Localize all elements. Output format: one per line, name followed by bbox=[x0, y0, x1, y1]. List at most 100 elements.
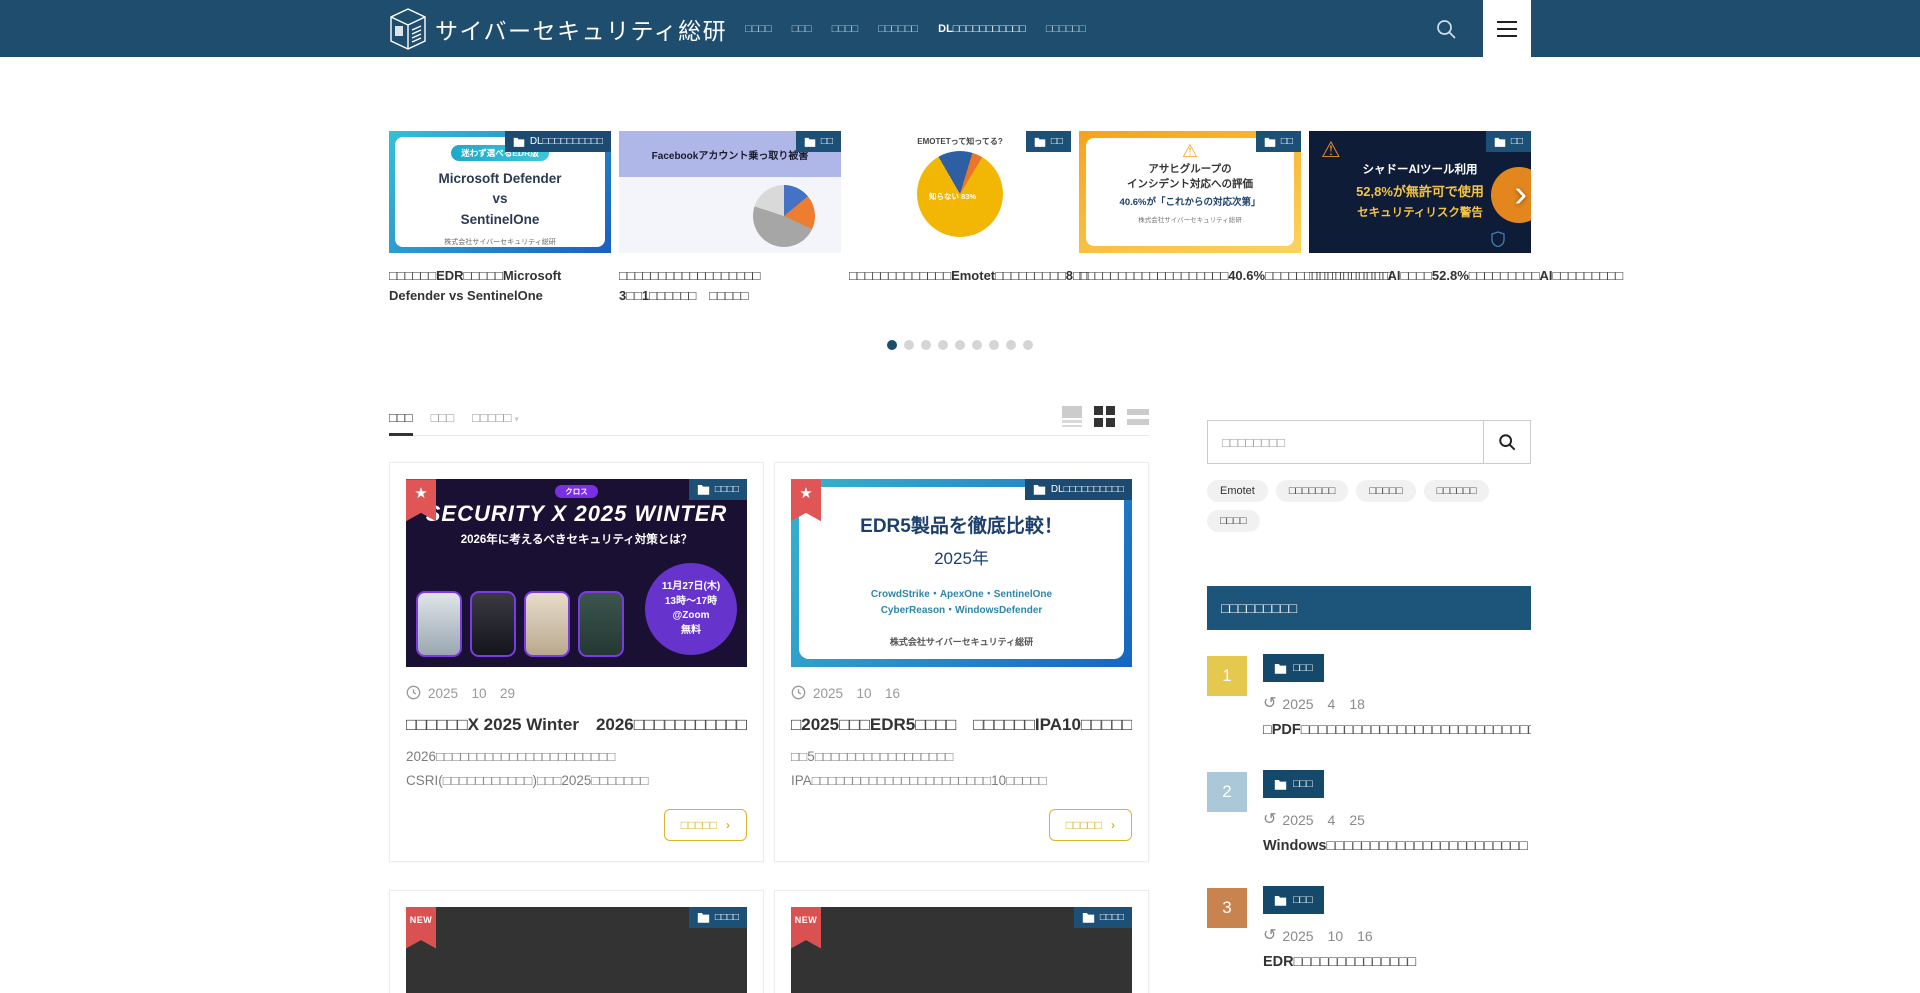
folder-icon bbox=[1274, 895, 1287, 906]
slide-image[interactable]: EMOTETって知ってる? 知らない 83% □□ bbox=[849, 131, 1071, 253]
article-title[interactable]: □2025□□□EDR5□□□□ □□□□□□IPA10□□□□□□□ bbox=[791, 710, 1132, 735]
pagination-dot[interactable] bbox=[921, 340, 931, 350]
nav-item-contact[interactable]: □□□□□□ bbox=[1046, 23, 1086, 35]
nav-item-2[interactable]: □□□ bbox=[792, 23, 812, 35]
slide-image[interactable]: Facebookアカウント乗っ取り被害 □□ bbox=[619, 131, 841, 253]
carousel-slide[interactable]: Facebookアカウント乗っ取り被害 □□ □□□□□□□□□□□□□□□□□… bbox=[619, 131, 841, 306]
category-badge[interactable]: DL□□□□□□□□□□ bbox=[1025, 479, 1132, 500]
article-title[interactable]: □□□□□□X 2025 Winter 2026□□□□□□□□□□□□□□□□… bbox=[406, 710, 747, 735]
article-image[interactable]: NEW □□□□ bbox=[406, 907, 747, 993]
view-toggle-list[interactable] bbox=[1127, 409, 1149, 425]
category-badge[interactable]: □□□ bbox=[1263, 886, 1324, 914]
category-badge[interactable]: □□ bbox=[1486, 131, 1531, 152]
ranking-item-title[interactable]: Windows□□□□□□□□□□□□□□□□□□□□□□□ bbox=[1263, 838, 1531, 854]
nav-item-dl-content[interactable]: DL□□□□□□□□□□□ bbox=[938, 23, 1026, 35]
header-search-icon[interactable] bbox=[1435, 18, 1457, 40]
slide-caption[interactable]: □□□□□□EDR□□□□□Microsoft Defender vs Sent… bbox=[389, 266, 611, 306]
slide-caption[interactable]: □□□□□□□□□□□□□□□□□□ 3□□1□□□□□□ □□□□□ bbox=[619, 266, 841, 306]
tag-pill[interactable]: □□□□□□□ bbox=[1276, 480, 1349, 502]
slide-caption[interactable]: □□□□□□□□□□□□□Emotet□□□□□□□□□8□□ bbox=[849, 266, 1071, 286]
ranking-item-date: ↺ 2025 4 25 bbox=[1263, 810, 1531, 830]
slide-caption[interactable]: □□□□□□□□□□AI□□□□52.8%□□□□□□□□□AI□□□□□□□□… bbox=[1309, 266, 1531, 286]
article-image[interactable]: EDR5製品を徹底比較！ 2025年 CrowdStrike・ApexOne・S… bbox=[791, 479, 1132, 667]
category-badge[interactable]: □□□□ bbox=[1074, 907, 1132, 928]
tag-pill[interactable]: □□□□□ bbox=[1356, 480, 1415, 502]
star-icon: ★ bbox=[406, 479, 436, 509]
article-card: クロス SECURITY X 2025 WINTER 2026年に考えるべきセキ… bbox=[389, 462, 764, 861]
tag-pill[interactable]: □□□□□□ bbox=[1424, 480, 1490, 502]
pie-chart-graphic: 知らない 83% bbox=[917, 151, 1003, 237]
speaker-photo bbox=[578, 591, 624, 657]
read-more-button[interactable]: □□□□□› bbox=[664, 809, 747, 841]
menu-button[interactable] bbox=[1483, 0, 1531, 57]
pagination-dot[interactable] bbox=[972, 340, 982, 350]
category-badge[interactable]: □□□□ bbox=[689, 479, 747, 500]
ranking-item-date: ↺ 2025 4 18 bbox=[1263, 694, 1531, 714]
folder-icon bbox=[804, 137, 816, 147]
pagination-dot[interactable] bbox=[938, 340, 948, 350]
ranking-item: 2 □□□ ↺ 2025 4 25 Windows□□□□□□□□□□□□□□□… bbox=[1207, 770, 1531, 862]
carousel-pagination bbox=[389, 340, 1531, 350]
slide-image[interactable]: 迷わず選べるEDR版 Microsoft Defender vs Sentine… bbox=[389, 131, 611, 253]
chevron-down-icon: ▾ bbox=[514, 414, 519, 424]
folder-icon bbox=[1274, 779, 1287, 790]
history-icon: ↺ bbox=[1263, 696, 1276, 712]
nav-item-1[interactable]: □□□□ bbox=[745, 23, 772, 35]
tag-pill[interactable]: Emotet bbox=[1207, 480, 1268, 502]
carousel-slide[interactable]: EMOTETって知ってる? 知らない 83% □□ □□□□□□□□□□□□□E… bbox=[849, 131, 1071, 306]
category-badge[interactable]: □□□ bbox=[1263, 654, 1324, 682]
sidebar-search-button[interactable] bbox=[1483, 420, 1531, 464]
carousel-slide[interactable]: 迷わず選べるEDR版 Microsoft Defender vs Sentine… bbox=[389, 131, 611, 306]
category-badge[interactable]: □□□□ bbox=[689, 907, 747, 928]
article-image[interactable]: クロス SECURITY X 2025 WINTER 2026年に考えるべきセキ… bbox=[406, 479, 747, 667]
carousel-slide[interactable]: ⚠ アサヒグループの インシデント対応への評価 40.6%が「これからの対応次第… bbox=[1079, 131, 1301, 306]
new-ribbon: NEW bbox=[406, 907, 436, 949]
pagination-dot[interactable] bbox=[989, 340, 999, 350]
slide-image[interactable]: ⚠ アサヒグループの インシデント対応への評価 40.6%が「これからの対応次第… bbox=[1079, 131, 1301, 253]
speaker-photo bbox=[470, 591, 516, 657]
category-badge[interactable]: □□ bbox=[1026, 131, 1071, 152]
category-badge[interactable]: □□ bbox=[796, 131, 841, 152]
pagination-dot[interactable] bbox=[1023, 340, 1033, 350]
featured-carousel: 迷わず選べるEDR版 Microsoft Defender vs Sentine… bbox=[389, 131, 1531, 350]
new-ribbon: NEW bbox=[791, 907, 821, 949]
tab-sort-1[interactable]: □□□ bbox=[389, 410, 413, 435]
clock-icon bbox=[406, 685, 421, 700]
carousel-next-button[interactable]: › bbox=[1514, 175, 1527, 213]
ranking-item-date: ↺ 2025 10 16 bbox=[1263, 926, 1531, 946]
category-badge[interactable]: DL□□□□□□□□□□ bbox=[505, 131, 611, 152]
warning-icon: ⚠ bbox=[1321, 137, 1341, 163]
tab-sort-2[interactable]: □□□ bbox=[431, 410, 455, 435]
slide-image[interactable]: ⚠ シャドーAIツール利用 52,8%が無許可で使用 セキュリティリスク警告 □… bbox=[1309, 131, 1531, 253]
sidebar-search-input[interactable] bbox=[1207, 420, 1484, 464]
slide-caption[interactable]: □□□□□□□□□□□□□□□□□□□40.6%□□□□□□□□□□□□□□□□ bbox=[1079, 266, 1301, 286]
chevron-right-icon: › bbox=[1111, 818, 1115, 832]
view-toggle-card[interactable] bbox=[1062, 406, 1082, 427]
tag-pill[interactable]: □□□□ bbox=[1207, 510, 1260, 532]
folder-icon bbox=[1082, 912, 1095, 923]
article-date: 2025 10 16 bbox=[791, 682, 1132, 702]
category-badge[interactable]: □□□ bbox=[1263, 770, 1324, 798]
speaker-photo bbox=[524, 591, 570, 657]
pagination-dot[interactable] bbox=[955, 340, 965, 350]
folder-icon bbox=[513, 137, 525, 147]
pagination-dot[interactable] bbox=[1006, 340, 1016, 350]
carousel-slide[interactable]: ⚠ シャドーAIツール利用 52,8%が無許可で使用 セキュリティリスク警告 □… bbox=[1309, 131, 1531, 306]
ranking-panel: □□□□□□□□□ 1 □□□ ↺ 2025 4 18 □PDF□□□□□□□□… bbox=[1207, 586, 1531, 993]
article-image[interactable]: NEW □□□□ bbox=[791, 907, 1132, 993]
pagination-dot[interactable] bbox=[904, 340, 914, 350]
read-more-button[interactable]: □□□□□› bbox=[1049, 809, 1132, 841]
nav-item-4[interactable]: □□□□□□ bbox=[878, 23, 918, 35]
pagination-dot[interactable] bbox=[887, 340, 897, 350]
nav-item-3[interactable]: □□□□ bbox=[832, 23, 859, 35]
category-badge[interactable]: □□ bbox=[1256, 131, 1301, 152]
site-title[interactable]: サイバーセキュリティ総研 bbox=[435, 12, 727, 46]
rank-number: 2 bbox=[1207, 772, 1247, 812]
ranking-item-title[interactable]: EDR□□□□□□□□□□□□□□ bbox=[1263, 954, 1531, 970]
ranking-item-title[interactable]: □PDF□□□□□□□□□□□□□□□□□□□□□□□□□□□□□□□ bbox=[1263, 722, 1531, 738]
folder-icon bbox=[1494, 137, 1506, 147]
main-nav: □□□□ □□□ □□□□ □□□□□□ DL□□□□□□□□□□□ □□□□□… bbox=[745, 23, 1086, 35]
tab-category-dropdown[interactable]: □□□□□▾ bbox=[472, 410, 519, 435]
view-toggle-grid[interactable] bbox=[1094, 406, 1115, 427]
article-card: EDR5製品を徹底比較！ 2025年 CrowdStrike・ApexOne・S… bbox=[774, 462, 1149, 861]
